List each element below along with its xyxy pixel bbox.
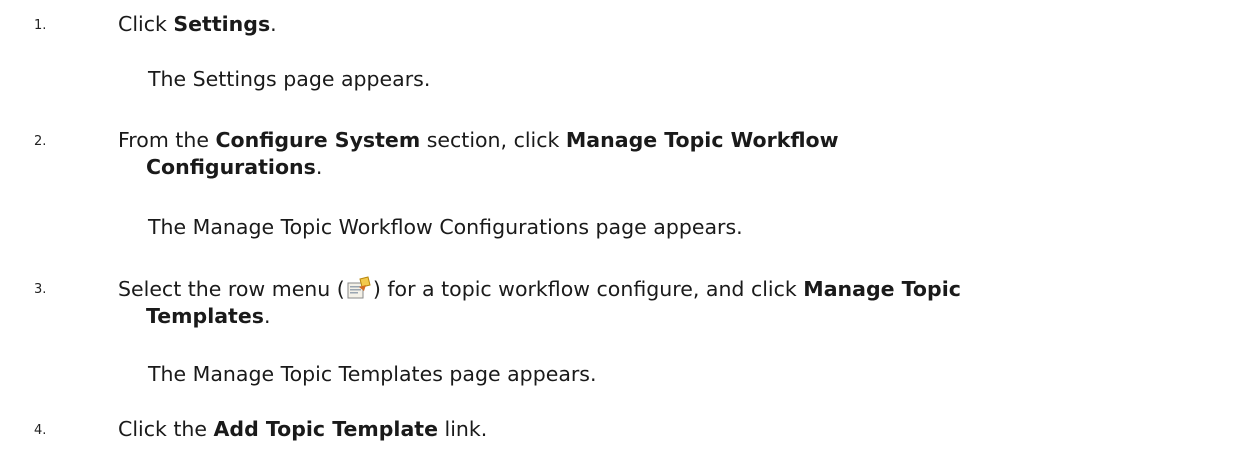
ui-label-add-topic-template: Add Topic Template [213,417,438,441]
step-number: 3. [34,282,47,297]
ui-label-manage-topic-workflow: Manage Topic Workflow [565,128,839,152]
ui-label-templates: Templates [146,304,264,328]
row-menu-icon [346,275,372,301]
step-number: 4. [34,423,47,438]
step-instruction: Click the Add Topic Template link. [118,417,488,441]
ui-label-settings: Settings [173,12,271,36]
step-number: 2. [34,134,47,149]
step-number: 1. [34,18,47,33]
step-instruction: Select the row menu ( ) for a topic work… [118,275,961,328]
step-result: The Manage Topic Templates page appears. [148,362,597,386]
ui-label-manage-topic: Manage Topic [803,277,961,301]
step-instruction: From the Configure System section, click… [118,128,839,179]
step-result: The Manage Topic Workflow Configurations… [148,215,743,239]
ui-label-configurations: Configurations [146,155,316,179]
ui-label-configure-system: Configure System [215,128,421,152]
step-result: The Settings page appears. [148,67,431,91]
step-instruction: Click Settings. [118,12,277,36]
